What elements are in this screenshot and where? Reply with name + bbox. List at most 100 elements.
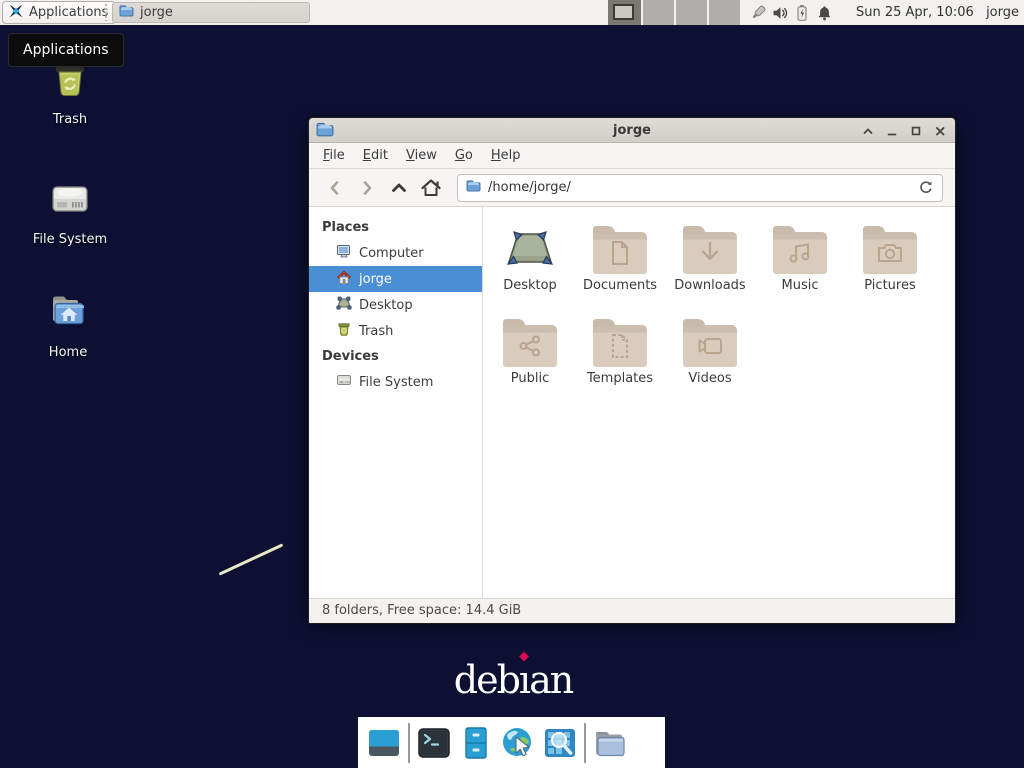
- file-item-music[interactable]: Music: [755, 226, 845, 293]
- home-button[interactable]: [419, 175, 443, 201]
- sidebar-item-label: jorge: [359, 272, 392, 287]
- sidebar-item-jorge[interactable]: jorge: [309, 266, 482, 292]
- file-item-label: Music: [755, 278, 845, 293]
- desktop-icon-label: File System: [22, 232, 118, 247]
- workspace-2[interactable]: [641, 0, 674, 25]
- menu-go[interactable]: Go: [446, 143, 482, 168]
- dock-separator: [408, 723, 410, 763]
- reload-icon[interactable]: [918, 180, 934, 196]
- web-browser-icon[interactable]: [500, 725, 536, 761]
- home-folder-icon: [44, 325, 92, 340]
- sidebar-item-label: Desktop: [359, 298, 413, 313]
- applications-menu-label: Applications: [29, 5, 108, 20]
- sidebar: Places Computer: [309, 207, 483, 598]
- folder-icon: [119, 4, 134, 21]
- file-item-pictures[interactable]: Pictures: [845, 226, 935, 293]
- menu-bar: File Edit View Go Help: [309, 143, 955, 169]
- dock-folder-icon[interactable]: [592, 725, 628, 761]
- file-item-videos[interactable]: Videos: [665, 319, 755, 386]
- file-item-label: Documents: [575, 278, 665, 293]
- document-glyph-icon: [593, 232, 647, 274]
- workspace-4[interactable]: [707, 0, 740, 25]
- path-bar-value[interactable]: /home/jorge/: [488, 180, 571, 195]
- desktop-icon-home[interactable]: Home: [20, 288, 116, 360]
- window-title: jorge: [309, 118, 955, 143]
- panel-user-label[interactable]: jorge: [986, 0, 1019, 25]
- desktop-icon: [336, 295, 352, 315]
- workspace-3[interactable]: [674, 0, 707, 25]
- file-item-label: Downloads: [665, 278, 755, 293]
- template-glyph-icon: [593, 325, 647, 367]
- forward-button[interactable]: [355, 175, 379, 201]
- drive-icon: [336, 372, 352, 392]
- panel-clock[interactable]: Sun 25 Apr, 10:06: [856, 0, 974, 25]
- sidebar-item-computer[interactable]: Computer: [309, 240, 482, 266]
- sidebar-item-desktop[interactable]: Desktop: [309, 292, 482, 318]
- file-item-documents[interactable]: Documents: [575, 226, 665, 293]
- dock: [358, 717, 665, 768]
- sidebar-item-trash[interactable]: Trash: [309, 318, 482, 344]
- maximize-button[interactable]: [908, 123, 923, 138]
- volume-icon[interactable]: [769, 0, 791, 25]
- desktop-scratch-line: [219, 543, 284, 575]
- menu-file[interactable]: File: [314, 143, 354, 168]
- menu-view[interactable]: View: [397, 143, 446, 168]
- top-panel: Applications jorge: [0, 0, 1024, 25]
- trash-small-icon: [336, 321, 352, 341]
- folder-icon: [466, 179, 481, 196]
- debian-logo: debıan: [452, 660, 574, 702]
- file-item-label: Pictures: [845, 278, 935, 293]
- filesystem-drive-icon: [46, 212, 94, 227]
- taskbar-window-button[interactable]: jorge: [112, 2, 310, 23]
- video-glyph-icon: [683, 325, 737, 367]
- pen-icon[interactable]: [747, 0, 769, 25]
- toolbar: /home/jorge/: [309, 169, 955, 207]
- trash-icon: [46, 92, 94, 107]
- file-item-public[interactable]: Public: [485, 319, 575, 386]
- workspace-switcher[interactable]: [608, 0, 740, 25]
- status-bar: 8 folders, Free space: 14.4 GiB: [309, 598, 955, 623]
- app-finder-icon[interactable]: [542, 725, 578, 761]
- menu-help[interactable]: Help: [482, 143, 530, 168]
- sidebar-item-label: Trash: [359, 324, 393, 339]
- desktop-icon-label: Home: [20, 345, 116, 360]
- sidebar-item-label: File System: [359, 375, 433, 390]
- workspace-window-preview: [613, 4, 634, 20]
- file-item-label: Public: [485, 371, 575, 386]
- shade-button[interactable]: [860, 123, 875, 138]
- file-cabinet-icon[interactable]: [458, 725, 494, 761]
- up-button[interactable]: [387, 175, 411, 201]
- taskbar-window-label: jorge: [140, 5, 173, 20]
- workspace-1[interactable]: [608, 0, 641, 25]
- applications-menu-button[interactable]: Applications: [2, 1, 116, 24]
- window-titlebar[interactable]: jorge: [309, 118, 955, 143]
- sidebar-header-places: Places: [309, 215, 482, 240]
- camera-glyph-icon: [863, 232, 917, 274]
- file-view[interactable]: Desktop Documents Downloads: [483, 207, 955, 598]
- battery-icon[interactable]: [791, 0, 813, 25]
- system-tray: [747, 0, 835, 25]
- sidebar-header-devices: Devices: [309, 344, 482, 369]
- path-bar-field[interactable]: /home/jorge/: [457, 174, 943, 202]
- menu-edit[interactable]: Edit: [354, 143, 397, 168]
- notifications-icon[interactable]: [813, 0, 835, 25]
- file-item-label: Videos: [665, 371, 755, 386]
- desktop-icon-filesystem[interactable]: File System: [22, 175, 118, 247]
- share-glyph-icon: [503, 325, 557, 367]
- file-item-downloads[interactable]: Downloads: [665, 226, 755, 293]
- file-manager-window: jorge File Edit View Go Help: [308, 117, 956, 624]
- panel-handle[interactable]: [103, 4, 109, 21]
- minimize-button[interactable]: [884, 123, 899, 138]
- file-item-templates[interactable]: Templates: [575, 319, 665, 386]
- terminal-icon[interactable]: [416, 725, 452, 761]
- back-button[interactable]: [323, 175, 347, 201]
- dock-separator: [584, 723, 586, 763]
- show-desktop-icon[interactable]: [366, 725, 402, 761]
- computer-icon: [336, 243, 352, 263]
- user-home-icon: [336, 269, 352, 289]
- close-button[interactable]: [932, 123, 947, 138]
- file-item-label: Templates: [575, 371, 665, 386]
- file-item-label: Desktop: [485, 278, 575, 293]
- file-item-desktop[interactable]: Desktop: [485, 226, 575, 293]
- sidebar-item-file-system[interactable]: File System: [309, 369, 482, 395]
